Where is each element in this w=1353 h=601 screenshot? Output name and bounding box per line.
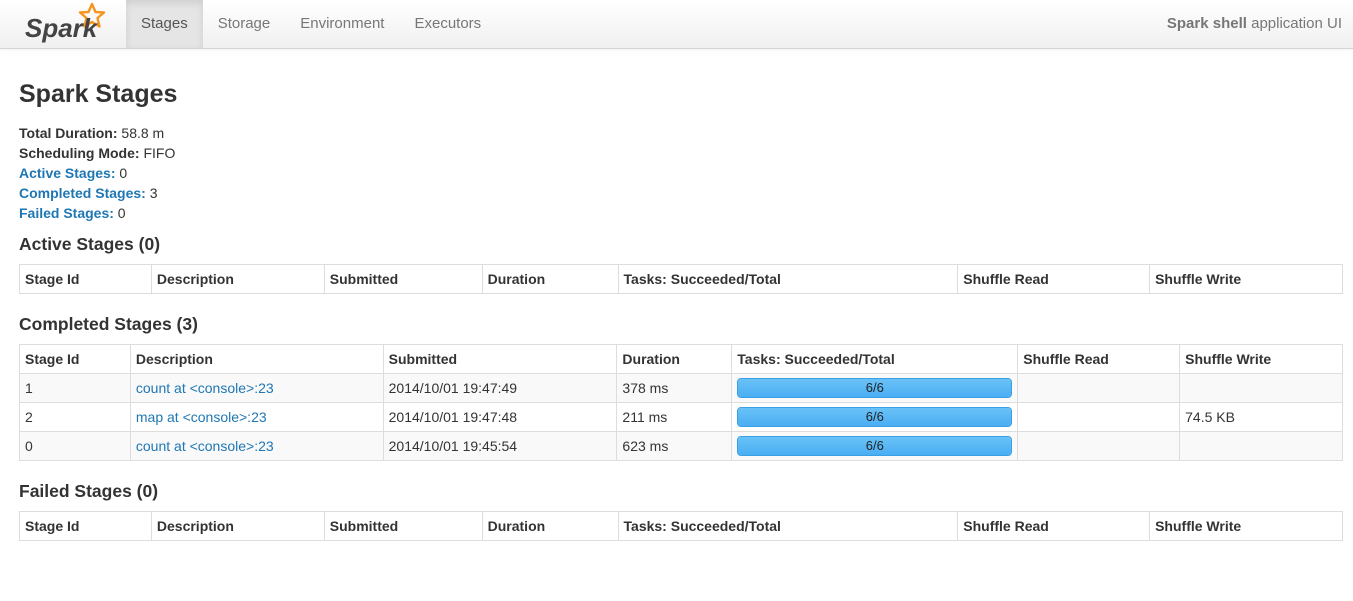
- cell-shuffle-read: [1017, 431, 1180, 461]
- progress-label: 6/6: [865, 438, 884, 453]
- cell-description: count at <console>:23: [129, 431, 384, 461]
- cell-submitted: 2014/10/01 19:47:48: [382, 402, 617, 432]
- failed-stages-value: 0: [113, 205, 126, 221]
- brand-text: Spark: [25, 13, 99, 43]
- cell-submitted: 2014/10/01 19:45:54: [382, 431, 617, 461]
- total-duration-value: 58.8 m: [117, 125, 165, 141]
- col-submitted[interactable]: Submitted: [382, 344, 617, 374]
- active-stages-table: Stage Id Description Submitted Duration …: [19, 264, 1343, 294]
- app-suffix: application UI: [1246, 15, 1342, 32]
- col-shuffle-write[interactable]: Shuffle Write: [1149, 511, 1343, 541]
- col-duration[interactable]: Duration: [481, 264, 619, 294]
- tab-stages[interactable]: Stages: [126, 0, 203, 48]
- cell-description: count at <console>:23: [129, 373, 384, 403]
- table-header-row: Stage Id Description Submitted Duration …: [19, 344, 1343, 374]
- cell-shuffle-write: 74.5 KB: [1179, 402, 1343, 432]
- table-header-row: Stage Id Description Submitted Duration …: [19, 264, 1343, 294]
- col-shuffle-read[interactable]: Shuffle Read: [957, 511, 1150, 541]
- col-tasks[interactable]: Tasks: Succeeded/Total: [617, 264, 958, 294]
- cell-tasks: 6/6: [731, 402, 1018, 432]
- failed-stages-heading: Failed Stages (0): [19, 481, 159, 501]
- app-title: Spark shell application UI: [1167, 0, 1342, 48]
- col-description[interactable]: Description: [150, 264, 325, 294]
- active-stages-heading: Active Stages (0): [19, 234, 161, 254]
- summary-completed-stages: Completed Stages: 3: [19, 183, 175, 203]
- stage-description-link[interactable]: map at <console>:23: [136, 409, 267, 425]
- cell-tasks: 6/6: [731, 373, 1018, 403]
- col-shuffle-write[interactable]: Shuffle Write: [1149, 264, 1343, 294]
- col-stage-id[interactable]: Stage Id: [19, 344, 131, 374]
- col-stage-id[interactable]: Stage Id: [19, 264, 152, 294]
- summary-scheduling-mode: Scheduling Mode: FIFO: [19, 143, 175, 163]
- col-duration[interactable]: Duration: [481, 511, 619, 541]
- main-nav: Stages Storage Environment Executors: [126, 0, 496, 48]
- cell-shuffle-read: [1017, 373, 1180, 403]
- progress-label: 6/6: [865, 409, 884, 424]
- cell-shuffle-read: [1017, 402, 1180, 432]
- failed-stages-link[interactable]: Failed Stages:: [19, 205, 114, 221]
- completed-stages-link[interactable]: Completed Stages:: [19, 185, 146, 201]
- completed-stages-value: 3: [145, 185, 158, 201]
- stage-description-link[interactable]: count at <console>:23: [136, 438, 274, 454]
- col-submitted[interactable]: Submitted: [323, 511, 483, 541]
- summary-list: Total Duration: 58.8 m Scheduling Mode: …: [19, 123, 175, 223]
- cell-stage-id: 0: [19, 431, 131, 461]
- spark-star-icon: Spark: [25, 2, 106, 43]
- col-shuffle-read[interactable]: Shuffle Read: [1017, 344, 1180, 374]
- col-duration[interactable]: Duration: [616, 344, 732, 374]
- col-tasks[interactable]: Tasks: Succeeded/Total: [731, 344, 1018, 374]
- tasks-progress-bar: 6/6: [737, 407, 1013, 427]
- table-row: 0 count at <console>:23 2014/10/01 19:45…: [19, 431, 1343, 461]
- scheduling-mode-label: Scheduling Mode:: [19, 145, 140, 161]
- tasks-progress-bar: 6/6: [737, 436, 1013, 456]
- active-stages-link[interactable]: Active Stages:: [19, 165, 115, 181]
- summary-active-stages: Active Stages: 0: [19, 163, 175, 183]
- progress-label: 6/6: [865, 380, 884, 395]
- table-row: 1 count at <console>:23 2014/10/01 19:47…: [19, 373, 1343, 403]
- tab-executors[interactable]: Executors: [399, 0, 496, 48]
- stage-description-link[interactable]: count at <console>:23: [136, 380, 274, 396]
- cell-submitted: 2014/10/01 19:47:49: [382, 373, 617, 403]
- scheduling-mode-value: FIFO: [139, 145, 176, 161]
- cell-shuffle-write: [1179, 373, 1343, 403]
- app-name: Spark shell: [1166, 15, 1247, 32]
- col-tasks[interactable]: Tasks: Succeeded/Total: [617, 511, 958, 541]
- cell-tasks: 6/6: [731, 431, 1018, 461]
- failed-stages-table: Stage Id Description Submitted Duration …: [19, 511, 1343, 541]
- completed-stages-heading: Completed Stages (3): [19, 314, 198, 334]
- col-description[interactable]: Description: [129, 344, 384, 374]
- top-navbar: Spark Stages Storage Environment Executo…: [0, 0, 1353, 49]
- summary-failed-stages: Failed Stages: 0: [19, 203, 175, 223]
- col-shuffle-write[interactable]: Shuffle Write: [1179, 344, 1343, 374]
- tab-environment[interactable]: Environment: [285, 0, 399, 48]
- summary-total-duration: Total Duration: 58.8 m: [19, 123, 175, 143]
- cell-stage-id: 1: [19, 373, 131, 403]
- col-submitted[interactable]: Submitted: [323, 264, 483, 294]
- active-stages-value: 0: [115, 165, 128, 181]
- cell-description: map at <console>:23: [129, 402, 384, 432]
- col-stage-id[interactable]: Stage Id: [19, 511, 152, 541]
- cell-duration: 211 ms: [616, 402, 732, 432]
- cell-shuffle-write: [1179, 431, 1343, 461]
- cell-duration: 623 ms: [616, 431, 732, 461]
- tab-storage[interactable]: Storage: [203, 0, 286, 48]
- completed-stages-table: Stage Id Description Submitted Duration …: [19, 344, 1343, 461]
- cell-stage-id: 2: [19, 402, 131, 432]
- table-header-row: Stage Id Description Submitted Duration …: [19, 511, 1343, 541]
- cell-duration: 378 ms: [616, 373, 732, 403]
- total-duration-label: Total Duration:: [19, 125, 118, 141]
- col-shuffle-read[interactable]: Shuffle Read: [957, 264, 1150, 294]
- spark-logo[interactable]: Spark: [22, 1, 110, 47]
- table-row: 2 map at <console>:23 2014/10/01 19:47:4…: [19, 402, 1343, 432]
- col-description[interactable]: Description: [150, 511, 325, 541]
- page-title: Spark Stages: [19, 80, 178, 108]
- tasks-progress-bar: 6/6: [737, 378, 1013, 398]
